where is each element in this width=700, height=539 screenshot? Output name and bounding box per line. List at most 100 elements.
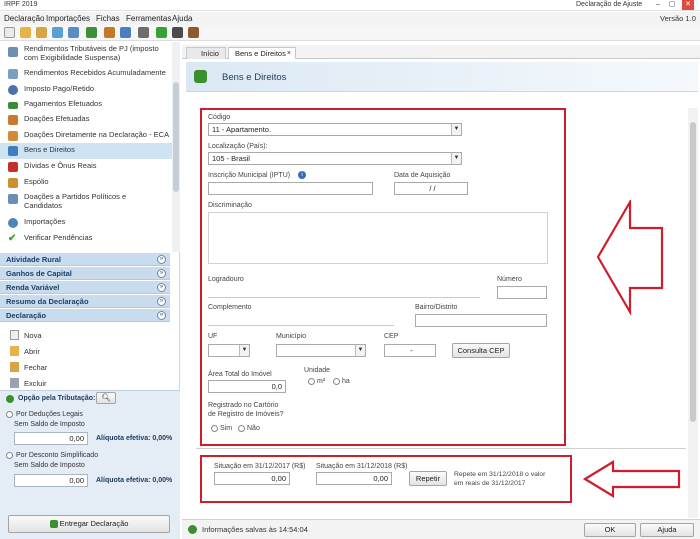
trash-icon <box>10 378 19 388</box>
sidebar-item-bens-direitos[interactable]: Bens e Direitos <box>0 143 172 159</box>
calculator-icon[interactable] <box>172 27 183 38</box>
close-window-icon[interactable]: ✕ <box>682 0 694 10</box>
annotation-form-highlight <box>200 108 566 446</box>
declaracao-item-label: Excluir <box>24 379 47 388</box>
chevron-icon: » <box>157 269 166 278</box>
annotation-situacao-highlight <box>200 455 572 503</box>
open-folder-icon[interactable] <box>20 27 31 38</box>
ajuda-button[interactable]: Ajuda <box>640 523 694 537</box>
menu-ferramentas[interactable]: Ferramentas <box>126 14 171 23</box>
sidebar-item-label: Verificar Pendências <box>24 233 93 242</box>
section-resumo-declaracao[interactable]: Resumo da Declaração » <box>0 295 170 308</box>
search-button[interactable]: 🔍︎ <box>96 392 116 404</box>
sidebar-item-importacoes[interactable]: Importações <box>0 215 172 231</box>
sidebar-item-pagamentos[interactable]: Pagamentos Efetuados <box>0 97 172 113</box>
form-scrollbar[interactable] <box>688 108 698 518</box>
import-icon[interactable] <box>68 27 79 38</box>
tab-bar: Início Bens e Direitos × <box>182 45 700 59</box>
status-bar: Informações salvas às 14:54:04 OK Ajuda <box>182 519 700 539</box>
save-icon[interactable] <box>52 27 63 38</box>
option2-label: Por Desconto Simplificado <box>16 452 99 459</box>
declaracao-item-label: Nova <box>24 331 42 340</box>
print-icon[interactable] <box>120 27 131 38</box>
sidebar-item-label: Imposto Pago/Retido <box>24 84 95 93</box>
transmit-icon[interactable] <box>86 27 97 38</box>
new-file-icon[interactable] <box>4 27 15 38</box>
tab-label: Início <box>201 49 219 58</box>
close-folder-icon[interactable] <box>36 27 47 38</box>
section-ganhos-capital[interactable]: Ganhos de Capital » <box>0 267 170 280</box>
opcao-title: Opção pela Tributação: <box>18 395 96 402</box>
saved-icon <box>188 525 197 534</box>
check-icon[interactable] <box>156 27 167 38</box>
sidebar-item-label: Pagamentos Efetuados <box>24 99 102 108</box>
minimize-icon[interactable]: – <box>652 0 664 10</box>
leaf-icon <box>6 395 14 403</box>
receipt-icon[interactable] <box>104 27 115 38</box>
section-label: Declaração <box>6 311 47 320</box>
sidebar-item-label: Rendimentos Recebidos Acumuladamente <box>24 68 166 77</box>
sidebar-item-rendimentos-acumulados[interactable]: Rendimentos Recebidos Acumuladamente <box>0 66 172 82</box>
sidebar-item-verificar-pendencias[interactable]: ✔ Verificar Pendências <box>0 231 172 247</box>
menu-bar: Declaração Importações Fichas Ferramenta… <box>0 12 700 25</box>
house-icon <box>8 146 18 156</box>
declaracao-fechar[interactable]: Fechar <box>0 359 170 375</box>
sidebar-item-doacoes[interactable]: Doações Efetuadas <box>0 112 172 128</box>
sidebar-item-doacoes-eca[interactable]: Doações Diretamente na Declaração - ECA <box>0 128 172 144</box>
declaracao-excluir[interactable]: Excluir <box>0 375 170 391</box>
declaracao-abrir[interactable]: Abrir <box>0 343 170 359</box>
section-atividade-rural[interactable]: Atividade Rural » <box>0 253 170 266</box>
gift-icon <box>8 131 18 141</box>
tab-label: Bens e Direitos <box>235 49 286 58</box>
sidebar-item-label: Espólio <box>24 177 49 186</box>
maximize-icon[interactable]: ▢ <box>666 0 678 10</box>
entregar-label: Entregar Declaração <box>59 519 129 528</box>
section-renda-variavel[interactable]: Renda Variável » <box>0 281 170 294</box>
sidebar-item-label: Doações Efetuadas <box>24 114 90 123</box>
ajuda-label: Ajuda <box>657 525 677 534</box>
close-tab-icon[interactable]: × <box>287 48 291 59</box>
sidebar-item-label: Importações <box>24 217 66 226</box>
people-icon <box>8 194 18 204</box>
declaracao-ajuste-label: Declaração de Ajuste <box>576 1 643 8</box>
option1-label: Por Deduções Legais <box>16 411 83 418</box>
copy-icon[interactable] <box>138 27 149 38</box>
tab-inicio[interactable]: Início <box>186 47 226 59</box>
aliquota2-label: Alíquota efetiva: 0,00% <box>96 477 173 484</box>
menu-ajuda[interactable]: Ajuda <box>172 14 192 23</box>
section-declaracao[interactable]: Declaração « <box>0 309 170 322</box>
radio-desconto-simplificado[interactable] <box>6 452 13 459</box>
menu-fichas[interactable]: Fichas <box>96 14 120 23</box>
sidebar-item-dividas[interactable]: Dívidas e Ônus Reais <box>0 159 172 175</box>
book-icon[interactable] <box>188 27 199 38</box>
versao-label: Versão 1.0 <box>660 14 696 23</box>
sidebar-item-label-line2: Candidatos <box>24 201 62 210</box>
section-label: Renda Variável <box>6 283 60 292</box>
sidebar-scrollbar[interactable] <box>172 42 180 252</box>
sidebar-item-label: Bens e Direitos <box>24 145 75 154</box>
sidebar-item-label: Doações a Partidos Políticos e <box>24 192 127 201</box>
divider <box>196 448 686 449</box>
sidebar-item-label: Dívidas e Ônus Reais <box>24 161 97 170</box>
menu-declaracao[interactable]: Declaração <box>4 14 44 23</box>
checkmark-icon: ✔ <box>8 233 17 244</box>
tab-bens-direitos[interactable]: Bens e Direitos × <box>228 47 296 59</box>
menu-importacoes[interactable]: Importações <box>46 14 90 23</box>
ok-button[interactable]: OK <box>584 523 636 537</box>
aliquota1-label: Alíquota efetiva: 0,00% <box>96 435 173 442</box>
sidebar-item-rendimentos-pj[interactable]: Rendimentos Tributáveis de PJ (imposto c… <box>0 44 172 64</box>
radio-deducoes-legais[interactable] <box>6 411 13 418</box>
sidebar-item-doacoes-partidos[interactable]: Doações a Partidos Políticos e Candidato… <box>0 191 172 213</box>
opcao-tributacao-panel: Opção pela Tributação: 🔍︎ Por Deduções L… <box>0 390 180 539</box>
sidebar-item-imposto-pago[interactable]: Imposto Pago/Retido <box>0 82 172 98</box>
declaracao-nova[interactable]: Nova <box>0 327 170 343</box>
entregar-declaracao-button[interactable]: Entregar Declaração <box>8 515 170 533</box>
gift-icon <box>8 115 18 125</box>
chevron-icon: » <box>157 283 166 292</box>
money-icon <box>8 102 18 109</box>
page-header: Bens e Direitos <box>186 62 698 92</box>
saldo1-value: 0,00 <box>14 432 88 445</box>
window-title: IRPF 2019 <box>4 1 38 8</box>
sidebar-item-espolio[interactable]: Espólio <box>0 175 172 191</box>
annotation-arrow-left-large <box>596 200 664 315</box>
